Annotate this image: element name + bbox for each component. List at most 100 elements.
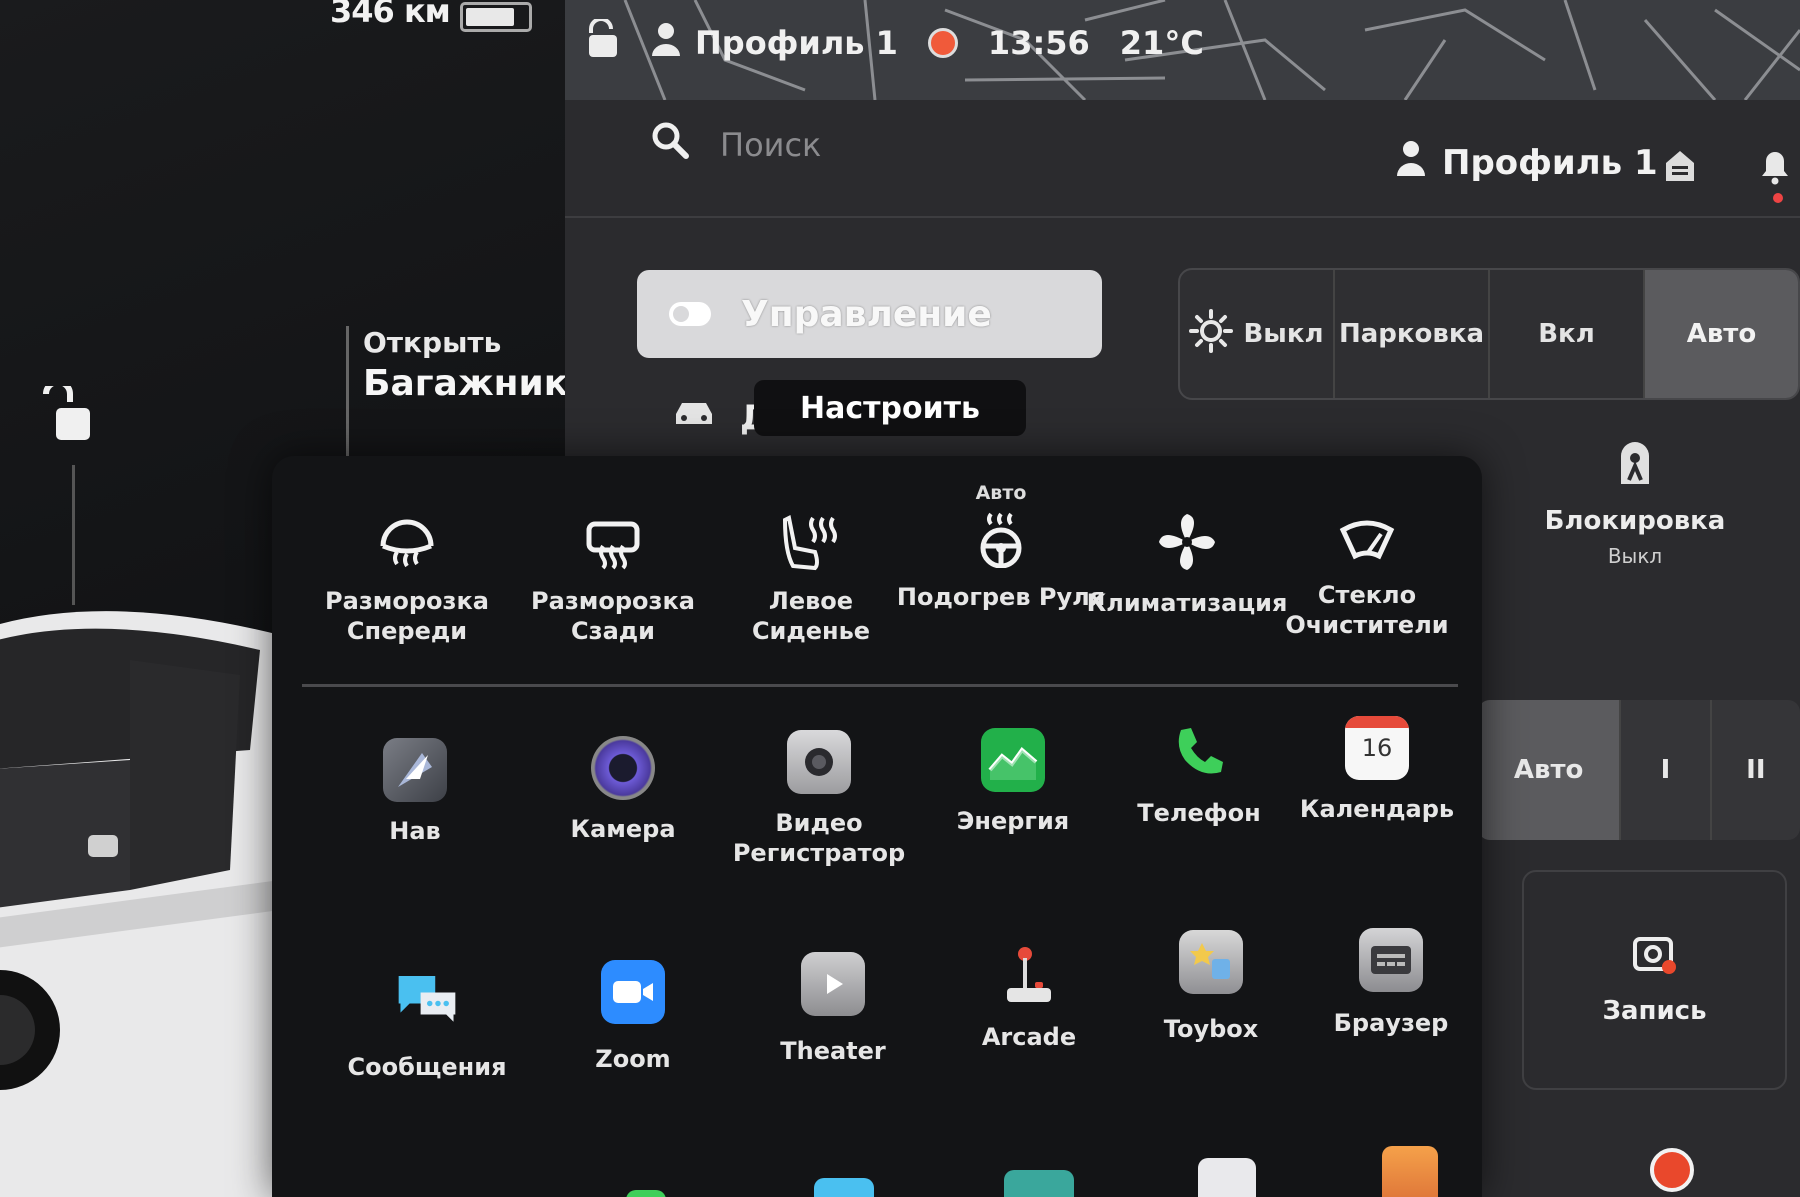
wiper-auto-option[interactable]: Авто (1478, 700, 1622, 840)
wiper-speed-1-option[interactable]: I (1621, 700, 1712, 840)
status-profile-name: Профиль 1 (695, 24, 898, 62)
child-lock-label: Блокировка (1544, 506, 1726, 536)
user-icon (1396, 140, 1426, 185)
battery-level (466, 8, 514, 26)
notification-badge (1773, 193, 1783, 203)
lights-parking-option[interactable]: Парковка (1335, 270, 1490, 398)
quick-left-seat-heater[interactable]: Левое Сиденье (706, 512, 916, 646)
outside-temperature: 21°C (1119, 24, 1204, 62)
partial-app-icon[interactable] (1004, 1170, 1074, 1197)
camera-label: Камера (570, 815, 676, 843)
user-icon (651, 22, 681, 64)
partial-app-icon[interactable] (1382, 1146, 1438, 1197)
lights-off-option[interactable]: Выкл (1180, 270, 1335, 398)
steering-heater-label: Подогрев Руля (896, 583, 1106, 611)
open-trunk-button[interactable]: Открыть Багажник (346, 326, 568, 456)
child-lock-card[interactable]: Блокировка Выкл (1505, 440, 1765, 660)
app-theater[interactable]: Theater (728, 952, 938, 1066)
fan-icon (1155, 510, 1219, 574)
phone-icon (1167, 720, 1231, 784)
browser-icon (1359, 928, 1423, 992)
car-icon[interactable] (672, 398, 716, 432)
app-nav[interactable]: Нав (310, 738, 520, 846)
messages-icon (395, 966, 459, 1030)
record-button[interactable]: Запись (1522, 870, 1787, 1090)
lights-off-label: Выкл (1243, 319, 1324, 349)
quick-steering-heater[interactable]: Авто Подогрев Руля (896, 482, 1106, 612)
toybox-icon (1179, 930, 1243, 994)
homelink-icon[interactable] (1664, 148, 1696, 186)
lights-on-option[interactable]: Вкл (1490, 270, 1645, 398)
calendar-header (1345, 716, 1409, 728)
partial-app-icon[interactable] (814, 1178, 874, 1197)
car-image (0, 590, 300, 1197)
wipers-label: Стекло Очистители (1285, 581, 1449, 639)
recording-indicator-icon (927, 28, 958, 58)
app-toybox[interactable]: Toybox (1106, 930, 1316, 1044)
phone-label: Телефон (1137, 799, 1261, 827)
quick-climate[interactable]: Климатизация (1082, 510, 1292, 618)
wiper-speed-1-label: I (1660, 755, 1671, 785)
quick-rear-defrost[interactable]: Разморозка Сзади (508, 516, 718, 646)
lights-auto-option[interactable]: Авто (1645, 270, 1798, 398)
headlights-segmented-control: Выкл Парковка Вкл Авто (1178, 268, 1800, 400)
nav-icon (383, 738, 447, 802)
app-messages[interactable]: Сообщения (322, 966, 532, 1082)
status-bar: Профиль 1 13:56 21°C (585, 8, 1204, 78)
notifications-bell-icon[interactable] (1760, 150, 1790, 190)
toybox-label: Toybox (1163, 1015, 1259, 1043)
app-camera[interactable]: Камера (518, 736, 728, 844)
range-readout: 346 км (330, 0, 451, 30)
configure-tooltip[interactable]: Настроить (754, 380, 1026, 436)
headlight-icon (1189, 308, 1234, 360)
calendar-label: Календарь (1299, 795, 1455, 823)
wiper-speed-2-option[interactable]: II (1712, 700, 1800, 840)
app-arcade[interactable]: Arcade (924, 944, 1134, 1052)
controls-tab-label: Управление (741, 293, 992, 335)
arcade-joystick-icon (997, 944, 1061, 1008)
nav-label: Нав (389, 817, 441, 845)
child-lock-icon (1617, 440, 1653, 492)
calendar-day: 16 (1361, 734, 1393, 762)
quick-wipers[interactable]: Стекло Очистители (1262, 516, 1472, 640)
lights-parking-label: Парковка (1338, 319, 1485, 349)
rear-defrost-icon (581, 516, 645, 572)
steering-heater-icon (971, 510, 1031, 568)
dashcam-icon (787, 730, 851, 794)
partial-app-icon[interactable] (1198, 1158, 1256, 1197)
battery-icon (460, 2, 532, 32)
left-seat-label: Левое Сиденье (751, 587, 871, 645)
energy-label: Энергия (956, 807, 1070, 835)
wiper-auto-label: Авто (1513, 755, 1584, 785)
open-trunk-action: Открыть (363, 326, 502, 359)
app-dashcam[interactable]: Видео Регистратор (714, 730, 924, 868)
unlock-icon[interactable] (36, 379, 96, 450)
lock-icon[interactable] (585, 17, 621, 67)
dashcam-record-icon (1632, 935, 1677, 982)
profile-status[interactable]: Профиль 1 (651, 22, 898, 64)
launcher-divider (302, 684, 1458, 687)
open-trunk-target: Багажник (363, 363, 569, 404)
app-calendar[interactable]: 16 Календарь (1272, 716, 1482, 824)
wiper-speed-2-label: II (1746, 755, 1766, 785)
partial-app-icon[interactable] (626, 1190, 666, 1197)
energy-icon (981, 728, 1045, 792)
app-zoom[interactable]: Zoom (528, 960, 738, 1074)
search-icon[interactable] (650, 120, 690, 164)
controls-tab-button[interactable]: Управление (637, 270, 1102, 358)
profile-button[interactable]: Профиль 1 (1396, 140, 1658, 185)
zoom-label: Zoom (595, 1045, 671, 1073)
browser-label: Браузер (1333, 1009, 1449, 1037)
app-energy[interactable]: Энергия (908, 728, 1118, 836)
lights-on-label: Вкл (1538, 319, 1595, 349)
lights-auto-label: Авто (1686, 319, 1757, 349)
quick-front-defrost[interactable]: Разморозка Спереди (302, 516, 512, 646)
toggle-icon (669, 302, 711, 326)
car-callout-line (72, 465, 75, 605)
app-browser[interactable]: Браузер (1286, 928, 1496, 1038)
camera-icon (591, 736, 655, 800)
search-input[interactable] (720, 115, 1220, 175)
calendar-icon: 16 (1345, 716, 1409, 780)
clock: 13:56 (987, 24, 1090, 62)
record-indicator-icon (1650, 1148, 1694, 1192)
